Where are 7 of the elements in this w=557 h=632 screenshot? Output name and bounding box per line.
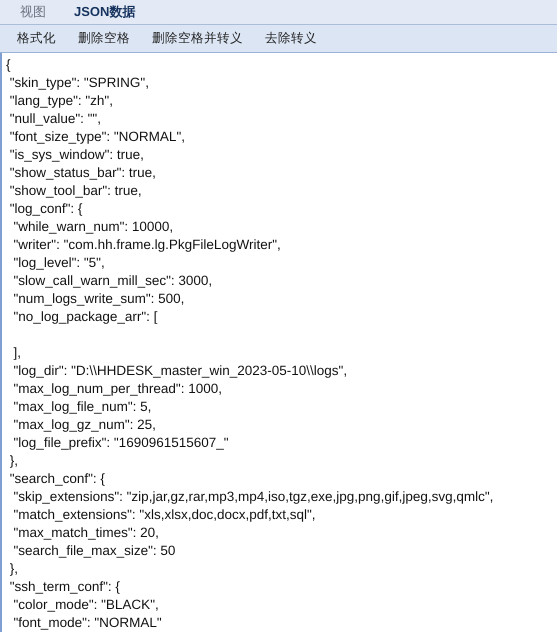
toolbar-button[interactable]: 去除转义: [256, 28, 326, 50]
toolbar-button[interactable]: 删除空格并转义: [143, 28, 252, 50]
tab[interactable]: JSON数据: [62, 0, 148, 24]
json-text[interactable]: { "skin_type": "SPRING", "lang_type": "zh", "null_value": "", "font_size_type": "NORMAL", "is_sys_window": true, "show_status_bar": true, "show_tool_bar": true, "log_conf": { "while_warn_num": 10000, "writer": "com.hh.frame.lg.PkgFileLogWriter", "log_level": "5", "slow_call_warn_mill_sec": 3000, "num_logs_write_sum": 500, "no_log_package_arr": [ ], "log_dir": "D:\\HHDESK_master_win_2023-05-10\\logs", "max_log_num_per_thread": 1000, "max_log_file_num": 5, "max_log_gz_num": 25, "log_file_prefix": "1690961515607_" }, "search_conf": { "skip_extensions": "zip,jar,gz,rar,mp3,mp4,iso,tgz,exe,jpg,png,gif,jpeg,svg,qmlc", "match_extensions": "xls,xlsx,doc,docx,pdf,txt,sql", "max_match_times": 20, "search_file_max_size": 50 }, "ssh_term_conf": { "color_mode": "BLACK", "font_mode": "NORMAL": [2, 53, 557, 632]
tab[interactable]: 视图: [8, 0, 58, 24]
toolbar-button[interactable]: 删除空格: [69, 28, 139, 50]
toolbar-button[interactable]: 格式化: [8, 28, 65, 50]
